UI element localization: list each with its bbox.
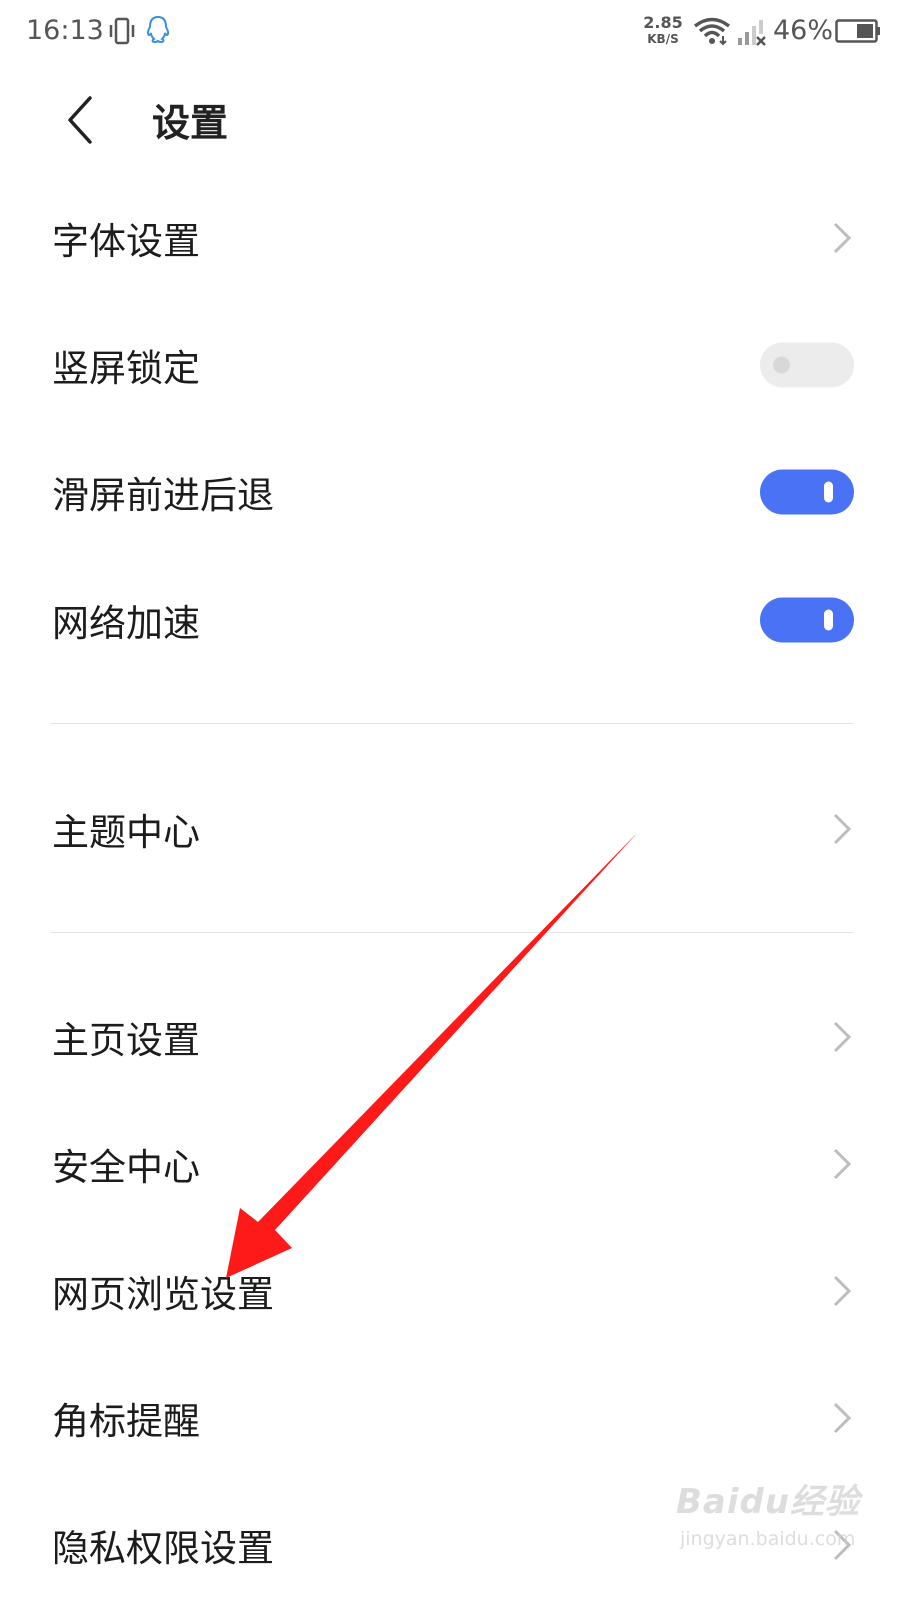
settings-item-label: 竖屏锁定 bbox=[52, 347, 200, 390]
settings-item-portrait-lock[interactable]: 竖屏锁定 bbox=[0, 301, 900, 429]
section-divider bbox=[50, 932, 853, 933]
watermark-brand: Baidu经验 bbox=[676, 1482, 861, 1522]
settings-item-theme-center[interactable]: 主题中心 bbox=[0, 765, 900, 893]
qq-icon bbox=[146, 15, 170, 44]
wifi-icon bbox=[693, 17, 731, 46]
settings-item-label: 网络加速 bbox=[52, 602, 200, 645]
battery-icon bbox=[835, 19, 880, 43]
settings-item-label: 角标提醒 bbox=[52, 1400, 200, 1443]
signal-icon bbox=[738, 20, 766, 46]
page-title: 设置 bbox=[152, 101, 229, 145]
settings-item-homepage[interactable]: 主页设置 bbox=[0, 973, 900, 1101]
network-acceleration-toggle[interactable] bbox=[760, 597, 854, 643]
settings-item-label: 字体设置 bbox=[52, 220, 200, 263]
header-bar: 设置 bbox=[0, 70, 900, 170]
toggle-knob bbox=[824, 609, 833, 631]
status-bar: 16:13 2.85 KB/S 46% bbox=[0, 0, 900, 64]
chevron-right-icon bbox=[833, 1275, 852, 1307]
toggle-knob bbox=[773, 356, 790, 374]
settings-item-swipe-navigation[interactable]: 滑屏前进后退 bbox=[0, 428, 900, 556]
settings-item-label: 主页设置 bbox=[52, 1019, 200, 1062]
chevron-right-icon bbox=[833, 813, 852, 845]
settings-item-network-acceleration[interactable]: 网络加速 bbox=[0, 556, 900, 684]
chevron-right-icon bbox=[833, 1402, 852, 1434]
settings-item-label: 主题中心 bbox=[52, 811, 200, 854]
settings-item-label: 隐私权限设置 bbox=[52, 1527, 274, 1570]
toggle-knob bbox=[824, 481, 833, 503]
network-speed-unit: KB/S bbox=[647, 32, 679, 46]
settings-item-label: 安全中心 bbox=[52, 1146, 200, 1189]
vibrate-icon bbox=[109, 17, 135, 45]
chevron-right-icon bbox=[833, 1021, 852, 1053]
section-divider bbox=[50, 723, 853, 724]
battery-percent: 46% bbox=[773, 15, 834, 46]
chevron-right-icon bbox=[833, 1148, 852, 1180]
settings-item-label: 滑屏前进后退 bbox=[52, 474, 274, 517]
back-arrow-icon[interactable] bbox=[56, 90, 106, 150]
network-speed-value: 2.85 bbox=[643, 13, 683, 32]
settings-item-web-browsing[interactable]: 网页浏览设置 bbox=[0, 1227, 900, 1355]
chevron-right-icon bbox=[833, 222, 852, 254]
watermark-url: jingyan.baidu.com bbox=[680, 1528, 856, 1550]
settings-item-label: 网页浏览设置 bbox=[52, 1273, 274, 1316]
portrait-lock-toggle[interactable] bbox=[760, 342, 854, 388]
settings-item-badge-reminder[interactable]: 角标提醒 bbox=[0, 1354, 900, 1482]
settings-item-security-center[interactable]: 安全中心 bbox=[0, 1100, 900, 1228]
settings-item-font[interactable]: 字体设置 bbox=[0, 174, 900, 302]
network-speed: 2.85 KB/S bbox=[640, 14, 686, 48]
swipe-navigation-toggle[interactable] bbox=[760, 469, 854, 515]
status-time: 16:13 bbox=[26, 15, 104, 46]
watermark: Baidu经验 jingyan.baidu.com bbox=[676, 1468, 896, 1588]
